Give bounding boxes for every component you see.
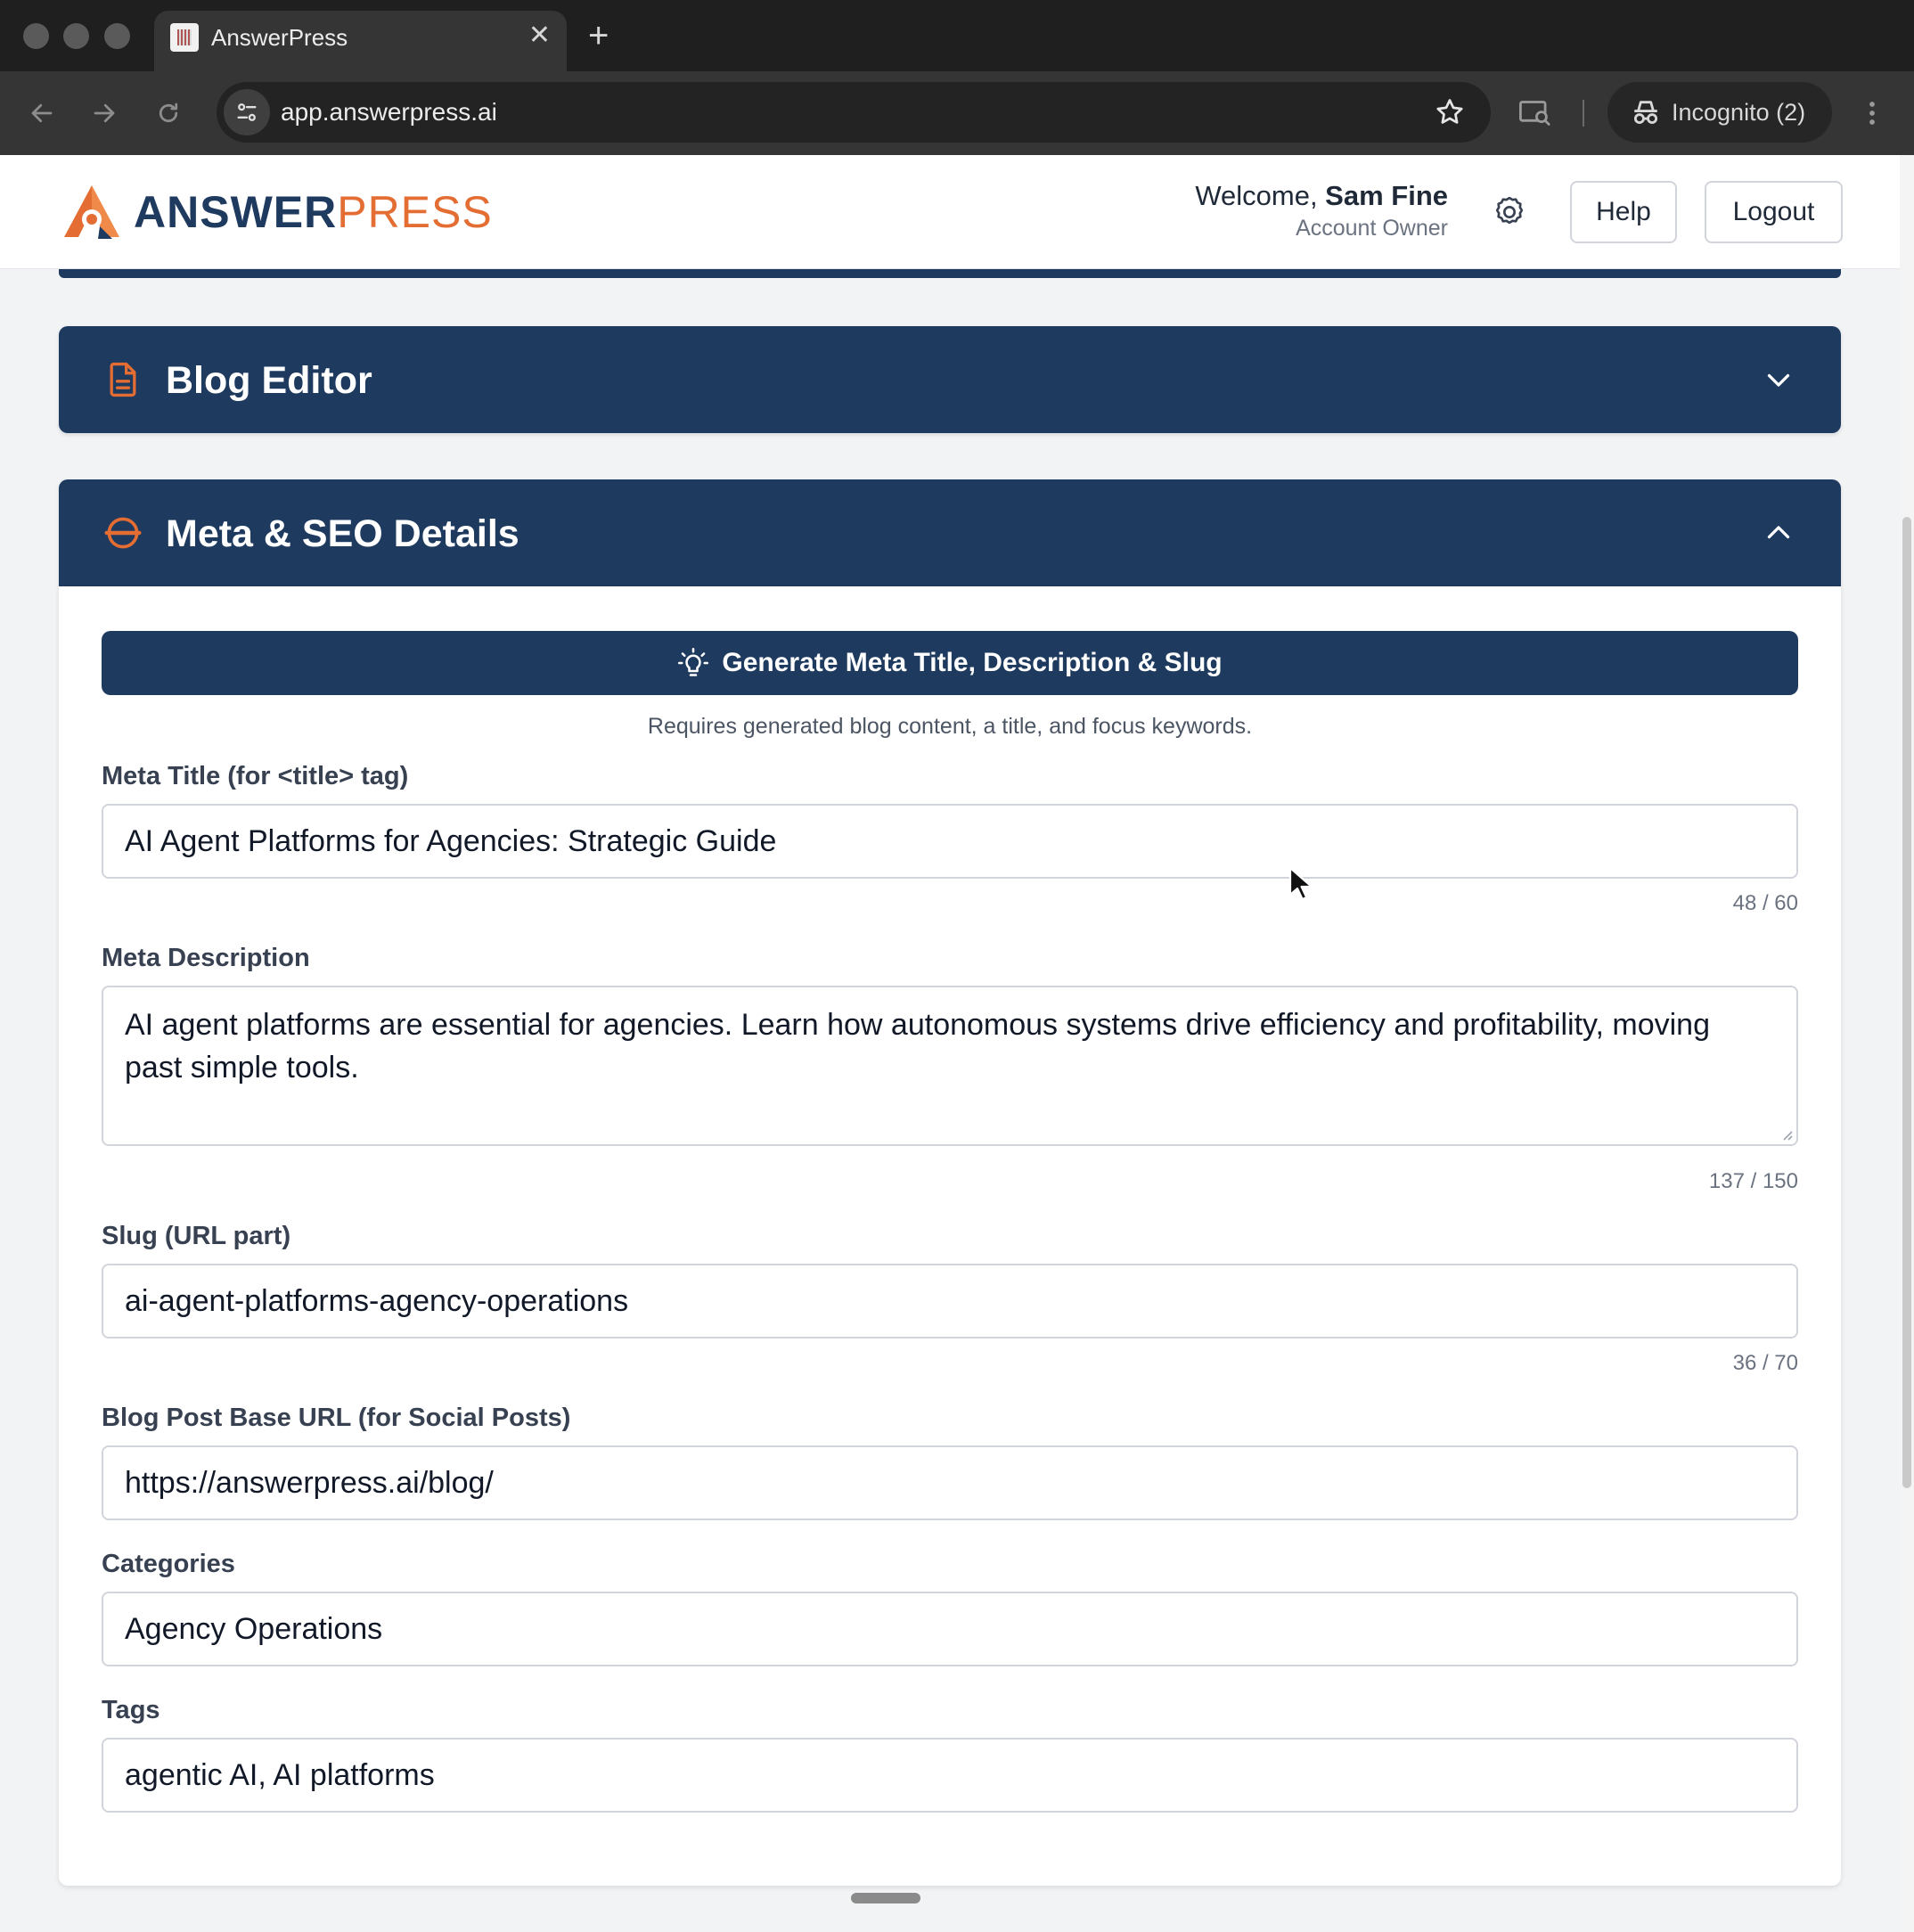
resize-grip-icon[interactable] xyxy=(1779,1126,1793,1141)
browser-menu-icon[interactable] xyxy=(1852,93,1893,134)
window-maximize-button[interactable] xyxy=(104,23,130,49)
url-text: app.answerpress.ai xyxy=(281,98,497,126)
slug-input[interactable]: ai-agent-platforms-agency-operations xyxy=(102,1264,1798,1338)
generate-meta-button[interactable]: Generate Meta Title, Description & Slug xyxy=(102,631,1798,695)
welcome-line: Welcome, Sam Fine xyxy=(1195,178,1448,214)
tags-input[interactable]: agentic AI, AI platforms xyxy=(102,1738,1798,1813)
user-role: Account Owner xyxy=(1296,216,1448,241)
meta-seo-title: Meta & SEO Details xyxy=(166,512,519,555)
logo-mark-icon xyxy=(64,185,119,239)
forward-arrow-icon[interactable] xyxy=(84,93,125,134)
welcome-block: Welcome, Sam Fine Account Owner xyxy=(1195,178,1448,242)
blog-editor-title: Blog Editor xyxy=(166,359,372,402)
base-url-input[interactable]: https://answerpress.ai/blog/ xyxy=(102,1445,1798,1520)
incognito-profile-button[interactable]: Incognito (2) xyxy=(1607,82,1832,143)
reload-icon[interactable] xyxy=(148,93,189,134)
app-page: ANSWERPRESS Welcome, Sam Fine Account Ow… xyxy=(0,155,1900,1932)
meta-seo-panel-body: Generate Meta Title, Description & Slug … xyxy=(59,586,1841,1886)
gear-icon[interactable] xyxy=(1492,194,1527,230)
incognito-icon xyxy=(1633,101,1658,125)
tab-strip: AnswerPress ✕ + xyxy=(0,0,1914,71)
welcome-prefix: Welcome, xyxy=(1195,180,1326,211)
meta-title-input[interactable]: AI Agent Platforms for Agencies: Strateg… xyxy=(102,804,1798,879)
blog-editor-panel-header[interactable]: Blog Editor xyxy=(59,326,1841,433)
toolbar-separator xyxy=(1583,100,1584,127)
meta-description-text: AI agent platforms are essential for age… xyxy=(125,1008,1710,1085)
meta-title-counter: 48 / 60 xyxy=(1732,891,1798,915)
tab-title: AnswerPress xyxy=(211,24,348,51)
logout-button[interactable]: Logout xyxy=(1705,181,1843,243)
browser-toolbar: app.answerpress.ai Incognito (2) xyxy=(0,71,1914,155)
browser-chrome: AnswerPress ✕ + app.answerpress.ai Incog… xyxy=(0,0,1914,155)
meta-description-counter: 137 / 150 xyxy=(1708,1169,1798,1193)
meta-seo-panel-header[interactable]: Meta & SEO Details xyxy=(59,479,1841,586)
page-scrollbar-thumb[interactable] xyxy=(1902,517,1911,1488)
chevron-down-icon[interactable] xyxy=(1763,364,1795,396)
app-header: ANSWERPRESS Welcome, Sam Fine Account Ow… xyxy=(0,155,1900,269)
incognito-label: Incognito (2) xyxy=(1672,99,1806,126)
slug-label: Slug (URL part) xyxy=(102,1222,291,1250)
logo-word-answer: ANSWER xyxy=(134,187,338,237)
meta-title-label: Meta Title (for <title> tag) xyxy=(102,762,409,790)
chevron-up-icon[interactable] xyxy=(1763,517,1795,549)
document-icon xyxy=(110,362,136,397)
mouse-cursor-icon xyxy=(1288,866,1312,901)
site-info-icon[interactable] xyxy=(224,89,270,135)
window-minimize-button[interactable] xyxy=(63,23,89,49)
tag-icon xyxy=(104,517,142,549)
window-close-button[interactable] xyxy=(23,23,49,49)
lens-search-icon[interactable] xyxy=(1515,93,1556,134)
back-arrow-icon[interactable] xyxy=(21,93,62,134)
meta-description-textarea[interactable]: AI agent platforms are essential for age… xyxy=(102,986,1798,1146)
lightbulb-icon xyxy=(678,647,709,676)
user-name: Sam Fine xyxy=(1325,180,1448,211)
base-url-label: Blog Post Base URL (for Social Posts) xyxy=(102,1404,571,1432)
address-bar[interactable]: app.answerpress.ai xyxy=(217,82,1491,143)
answerpress-logo[interactable]: ANSWERPRESS xyxy=(61,184,493,241)
new-tab-button[interactable]: + xyxy=(588,16,609,55)
generate-meta-label: Generate Meta Title, Description & Slug xyxy=(722,648,1223,677)
favicon-icon xyxy=(170,23,199,52)
meta-description-label: Meta Description xyxy=(102,944,310,972)
slug-counter: 36 / 70 xyxy=(1732,1351,1798,1375)
bottom-drag-handle[interactable] xyxy=(851,1893,920,1903)
help-button[interactable]: Help xyxy=(1570,181,1677,243)
bookmark-star-icon[interactable] xyxy=(1434,93,1466,136)
logo-wordmark: ANSWERPRESS xyxy=(134,185,493,239)
logo-word-press: PRESS xyxy=(337,187,493,237)
tab-close-icon[interactable]: ✕ xyxy=(528,20,551,52)
tags-label: Tags xyxy=(102,1696,160,1724)
categories-label: Categories xyxy=(102,1550,235,1578)
generate-hint: Requires generated blog content, a title… xyxy=(647,714,1253,739)
browser-tab[interactable]: AnswerPress ✕ xyxy=(154,11,567,71)
categories-input[interactable]: Agency Operations xyxy=(102,1592,1798,1666)
